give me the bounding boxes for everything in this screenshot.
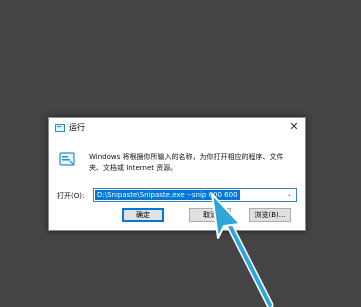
pointer-arrow-icon [211, 193, 274, 307]
